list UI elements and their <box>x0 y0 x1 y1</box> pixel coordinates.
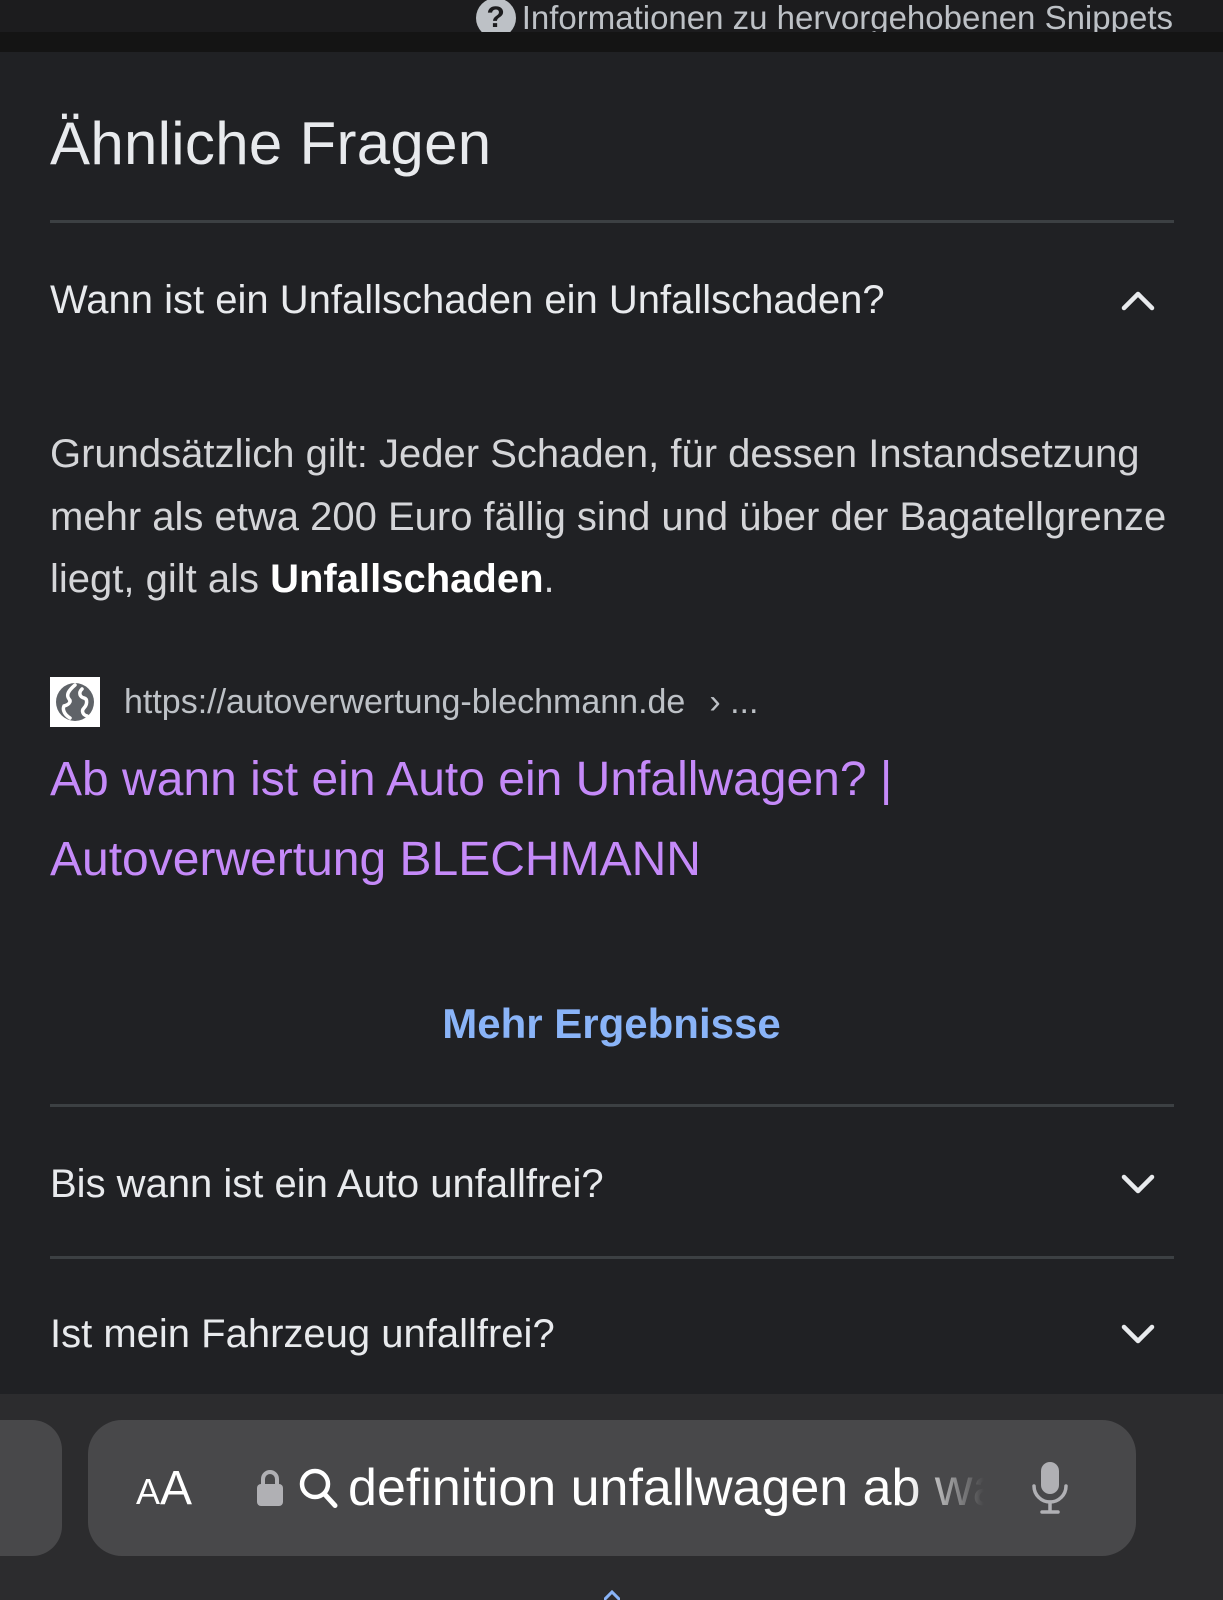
chevron-up-icon <box>1121 291 1155 311</box>
featured-snippet-footer: ? Informationen zu hervorgehobenen Snipp… <box>0 0 1223 32</box>
chevron-down-icon <box>1121 1324 1155 1344</box>
previous-tab[interactable] <box>0 1420 62 1556</box>
answer-text: Grundsätzlich gilt: Jeder Schaden, für d… <box>50 432 1167 601</box>
reader-settings-button[interactable]: AA <box>136 1461 192 1516</box>
more-results-button[interactable]: Mehr Ergebnisse <box>0 996 1223 1052</box>
globe-icon <box>56 683 94 721</box>
search-icon <box>299 1468 338 1508</box>
text-size-small: A <box>136 1470 161 1512</box>
divider <box>50 1256 1174 1259</box>
chevron-down-icon <box>1121 1174 1155 1194</box>
snippet-info-link[interactable]: ? Informationen zu hervorgehobenen Snipp… <box>475 0 1173 32</box>
source-url: https://autoverwertung-blechmann.de <box>124 682 686 721</box>
source-breadcrumb: › ... <box>709 682 759 721</box>
favicon <box>50 677 100 727</box>
address-bar[interactable]: AA definition unfallwagen ab wann <box>88 1420 1136 1556</box>
related-questions-heading: Ähnliche Fragen <box>50 110 492 177</box>
question-text: Ist mein Fahrzeug unfallfrei? <box>50 1312 555 1356</box>
section-separator <box>0 32 1223 52</box>
text-size-large: A <box>160 1461 193 1515</box>
lock-icon <box>257 1470 284 1506</box>
question-toggle[interactable]: Bis wann ist ein Auto unfallfrei? <box>50 1144 1174 1224</box>
help-icon: ? <box>475 0 516 32</box>
answer-end: . <box>543 557 555 601</box>
divider <box>50 220 1174 223</box>
page: ? Informationen zu hervorgehobenen Snipp… <box>0 0 1223 1600</box>
result-title-link[interactable]: Ab wann ist ein Auto ein Unfallwagen? | … <box>50 740 1174 900</box>
divider <box>50 1104 1174 1107</box>
address-text: definition unfallwagen ab wann <box>348 1459 984 1517</box>
snippet-info-label: Informationen zu hervorgehobenen Snippet… <box>521 0 1173 32</box>
question-toggle[interactable]: Wann ist ein Unfallschaden ein Unfallsch… <box>50 260 1174 340</box>
tab-bar-indicator-icon <box>604 1590 620 1600</box>
question-text: Bis wann ist ein Auto unfallfrei? <box>50 1162 604 1206</box>
answer-highlight: Unfallschaden <box>270 557 544 601</box>
answer-snippet: Grundsätzlich gilt: Jeder Schaden, für d… <box>50 423 1174 611</box>
browser-toolbar: AA definition unfallwagen ab wann <box>0 1394 1223 1600</box>
microphone-icon[interactable] <box>1030 1460 1070 1516</box>
result-source[interactable]: https://autoverwertung-blechmann.de › ..… <box>50 676 758 728</box>
question-text: Wann ist ein Unfallschaden ein Unfallsch… <box>50 278 885 322</box>
question-toggle[interactable]: Ist mein Fahrzeug unfallfrei? <box>50 1294 1174 1374</box>
